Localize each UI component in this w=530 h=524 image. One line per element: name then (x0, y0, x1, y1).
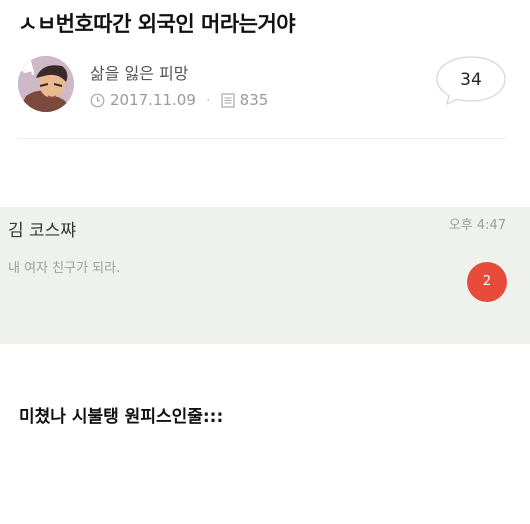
clock-icon (90, 93, 105, 108)
comment-count: 34 (460, 70, 482, 90)
post-date: 2017.11.09 (110, 91, 196, 109)
notification-time: 오후 4:47 (448, 218, 506, 233)
author-name[interactable]: 삶을 잃은 피망 (90, 60, 189, 84)
meta-separator: · (205, 91, 211, 109)
notification-sender: 김 코스쨔 (8, 221, 76, 241)
message-notification[interactable]: 김 코스쨔 오후 4:47 내 여자 친구가 되라. 2 (0, 207, 530, 344)
notification-message: 내 여자 친구가 되라. (8, 261, 121, 276)
post-body-text: 미쳤나 시불탱 원피스인줄::: (19, 407, 224, 427)
avatar-illustration: 빽 (18, 56, 74, 112)
author-avatar[interactable]: 빽 (18, 56, 74, 112)
comments-button[interactable]: 34 (435, 55, 507, 105)
post-meta: 2017.11.09 · 835 (90, 90, 268, 110)
unread-badge: 2 (467, 262, 507, 302)
post-title: ㅅㅂ번호따간 외국인 머라는거야 (18, 12, 296, 36)
header-divider (18, 138, 506, 139)
document-icon (221, 92, 235, 108)
post-views: 835 (239, 91, 269, 109)
